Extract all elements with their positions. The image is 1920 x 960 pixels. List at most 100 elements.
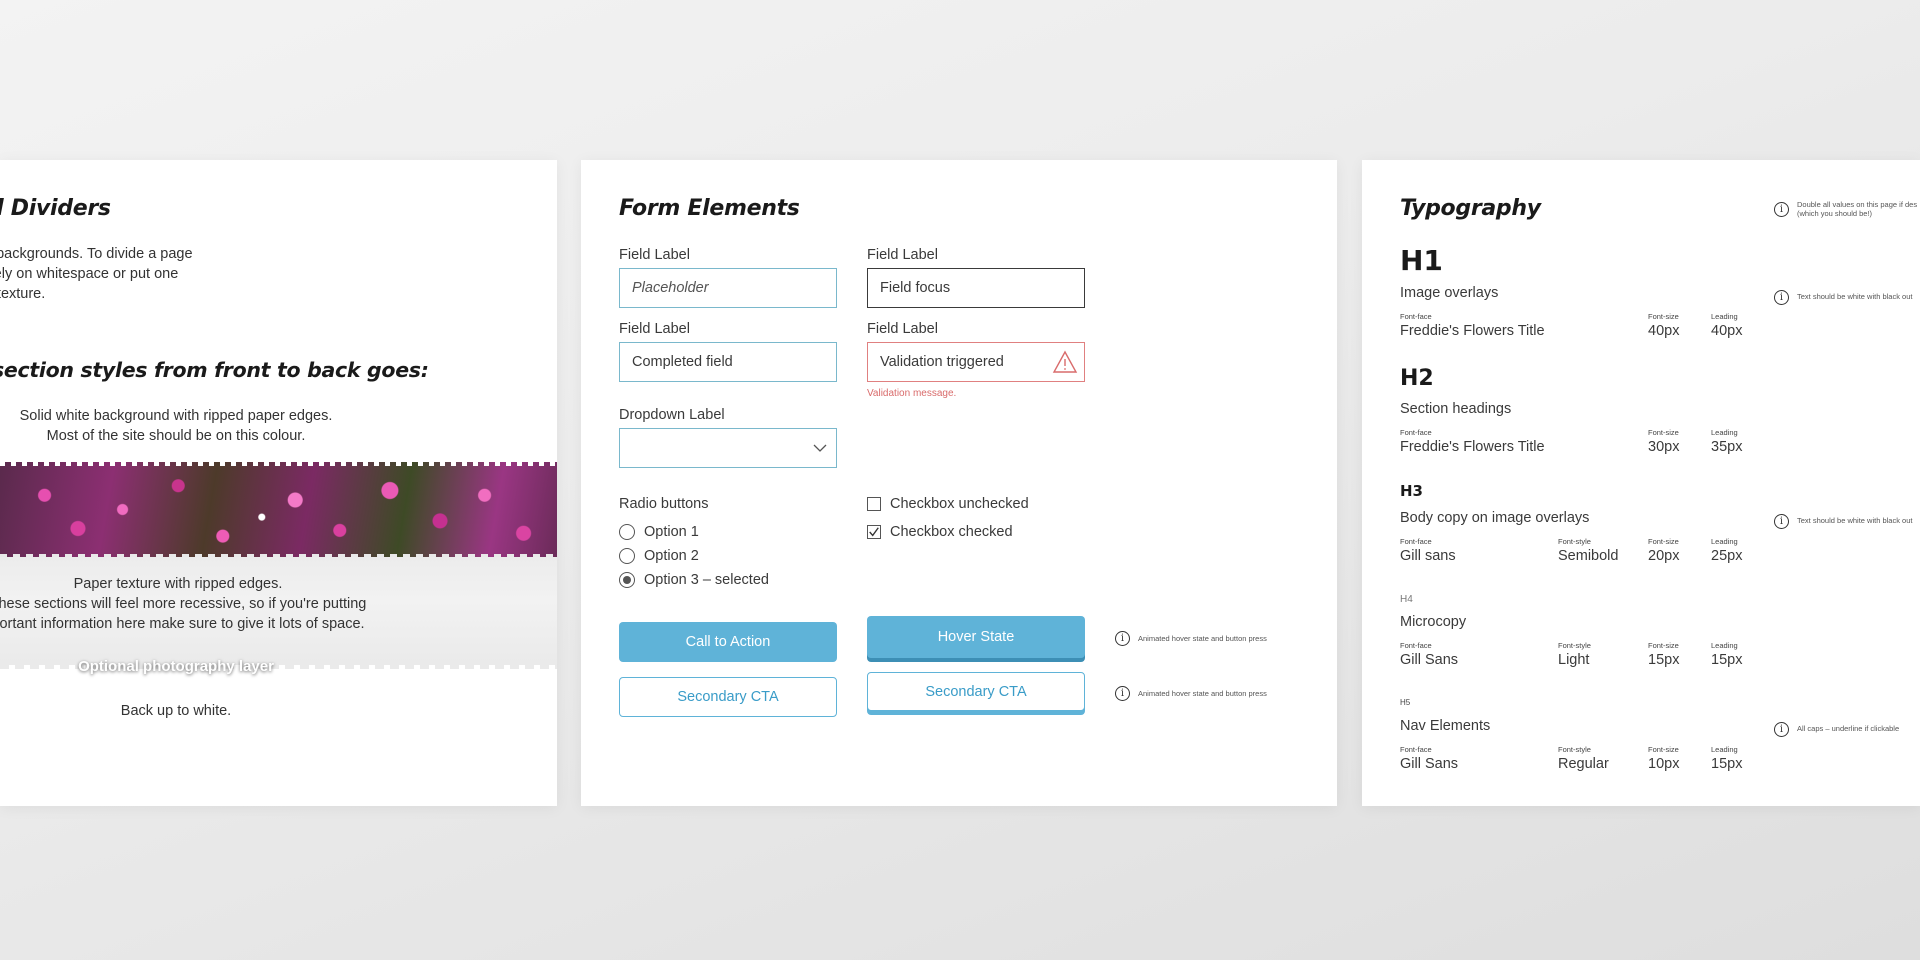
hover-state-button[interactable]: Hover State — [867, 616, 1085, 658]
intro-line: er texture. — [0, 286, 46, 302]
spec-key: Font-style — [1558, 537, 1591, 546]
typography-title: Typography — [1400, 196, 1541, 221]
description-line: These sections will feel more recessive,… — [0, 596, 367, 612]
spec-key: Font-face — [1400, 428, 1432, 437]
note-text: Text should be white with black out — [1797, 292, 1913, 301]
checkbox-unchecked[interactable]: Checkbox unchecked — [867, 496, 1029, 512]
spec-key: Leading — [1711, 312, 1738, 321]
h5-sample: H5 — [1400, 698, 1411, 707]
radio-group-label: Radio buttons — [619, 496, 709, 512]
flower-photo-strip — [0, 458, 557, 560]
note-text: Text should be white with black out — [1797, 516, 1913, 525]
spec-key: Leading — [1711, 641, 1738, 650]
dividers-card: d Dividers te backgrounds. To divide a p… — [0, 160, 557, 806]
radio-circle[interactable] — [619, 524, 635, 540]
spec-key: Font-face — [1400, 641, 1432, 650]
chevron-down-icon — [813, 444, 827, 452]
paper-texture-description: Paper texture with ripped edges. These s… — [0, 574, 378, 634]
radio-label: Option 3 – selected — [644, 572, 769, 588]
secondary-cta-hover-button[interactable]: Secondary CTA — [867, 672, 1085, 711]
radio-option-3[interactable]: Option 3 – selected — [619, 572, 769, 588]
dropdown-label: Dropdown Label — [619, 407, 725, 423]
spec-value: 15px — [1711, 756, 1743, 772]
intro-line: r rely on whitespace or put one — [0, 266, 179, 282]
spec-value: 30px — [1648, 439, 1680, 455]
spec-value: 20px — [1648, 548, 1680, 564]
spec-value: 10px — [1648, 756, 1680, 772]
call-to-action-button[interactable]: Call to Action — [619, 622, 837, 662]
spec-key: Font-size — [1648, 641, 1679, 650]
spec-key: Font-face — [1400, 312, 1432, 321]
completed-field[interactable]: Completed field — [619, 342, 837, 382]
spec-value: 15px — [1648, 652, 1680, 668]
typography-card: Typography i Double all values on this p… — [1362, 160, 1920, 806]
checkbox-box[interactable] — [867, 497, 881, 511]
spec-value: Regular — [1558, 756, 1609, 772]
h1-note: i Text should be white with black out — [1774, 288, 1912, 305]
spec-value: 15px — [1711, 652, 1743, 668]
spec-key: Font-style — [1558, 641, 1591, 650]
checkbox-checked[interactable]: Checkbox checked — [867, 524, 1013, 540]
spec-value: Semibold — [1558, 548, 1619, 564]
spec-key: Leading — [1711, 537, 1738, 546]
h3-note: i Text should be white with black out — [1774, 512, 1912, 529]
checkbox-label: Checkbox unchecked — [890, 496, 1029, 512]
spec-key: Font-face — [1400, 745, 1432, 754]
spec-value: 40px — [1711, 323, 1743, 339]
h3-sample: H3 — [1400, 482, 1423, 500]
dividers-intro: te backgrounds. To divide a page r rely … — [0, 244, 220, 304]
radio-option-2[interactable]: Option 2 — [619, 548, 699, 564]
checkbox-box-checked[interactable] — [867, 525, 881, 539]
form-elements-card: Form Elements Field Label Placeholder Fi… — [581, 160, 1337, 806]
info-icon: i — [1115, 631, 1130, 646]
secondary-cta-button[interactable]: Secondary CTA — [619, 677, 837, 717]
info-icon: i — [1774, 722, 1789, 737]
h2-description: Section headings — [1400, 401, 1512, 417]
dropdown-select[interactable] — [619, 428, 837, 468]
h5-description: Nav Elements — [1400, 718, 1491, 734]
spec-key: Font-size — [1648, 312, 1679, 321]
spec-key: Leading — [1711, 745, 1738, 754]
radio-option-1[interactable]: Option 1 — [619, 524, 699, 540]
field-label: Field Label — [867, 247, 938, 263]
h5-note: i All caps – underline if clickable — [1774, 720, 1899, 737]
form-elements-title: Form Elements — [619, 196, 800, 221]
placeholder-field[interactable]: Placeholder — [619, 268, 837, 308]
validation-message: Validation message. — [867, 388, 957, 399]
spec-value: Light — [1558, 652, 1590, 668]
radio-circle-selected[interactable] — [619, 572, 635, 588]
section-styles-title: section styles from front to back goes: — [0, 358, 429, 382]
h3-description: Body copy on image overlays — [1400, 510, 1590, 526]
h2-sample: H2 — [1400, 366, 1434, 391]
spec-value: 35px — [1711, 439, 1743, 455]
info-icon: i — [1774, 202, 1789, 217]
spec-value: Freddie's Flowers Title — [1400, 323, 1545, 339]
field-label: Field Label — [619, 321, 690, 337]
note-text: Animated hover state and button press — [1138, 689, 1267, 698]
photo-layer-label: Optional photography layer — [78, 658, 274, 675]
spec-value: Gill Sans — [1400, 756, 1459, 772]
note-text: Animated hover state and button press — [1138, 634, 1267, 643]
spec-value: Gill Sans — [1400, 652, 1459, 668]
checkmark-icon — [869, 527, 879, 537]
checkbox-label: Checkbox checked — [890, 524, 1013, 540]
description-line: Most of the site should be on this colou… — [46, 428, 306, 444]
spec-key: Font-size — [1648, 537, 1679, 546]
radio-circle[interactable] — [619, 548, 635, 564]
validation-field[interactable]: Validation triggered — [867, 342, 1085, 382]
validation-field-value: Validation triggered — [880, 354, 1004, 370]
radio-label: Option 2 — [644, 548, 699, 564]
spec-value: 25px — [1711, 548, 1743, 564]
info-icon: i — [1115, 686, 1130, 701]
spec-key: Font-style — [1558, 745, 1591, 754]
h1-description: Image overlays — [1400, 285, 1499, 301]
h4-description: Microcopy — [1400, 614, 1467, 630]
focused-field[interactable]: Field focus — [867, 268, 1085, 308]
field-label: Field Label — [619, 247, 690, 263]
h4-sample: H4 — [1400, 594, 1413, 605]
radio-label: Option 1 — [644, 524, 699, 540]
description-line: portant information here make sure to gi… — [0, 616, 365, 632]
info-icon: i — [1774, 514, 1789, 529]
spec-key: Font-size — [1648, 428, 1679, 437]
spec-key: Font-size — [1648, 745, 1679, 754]
